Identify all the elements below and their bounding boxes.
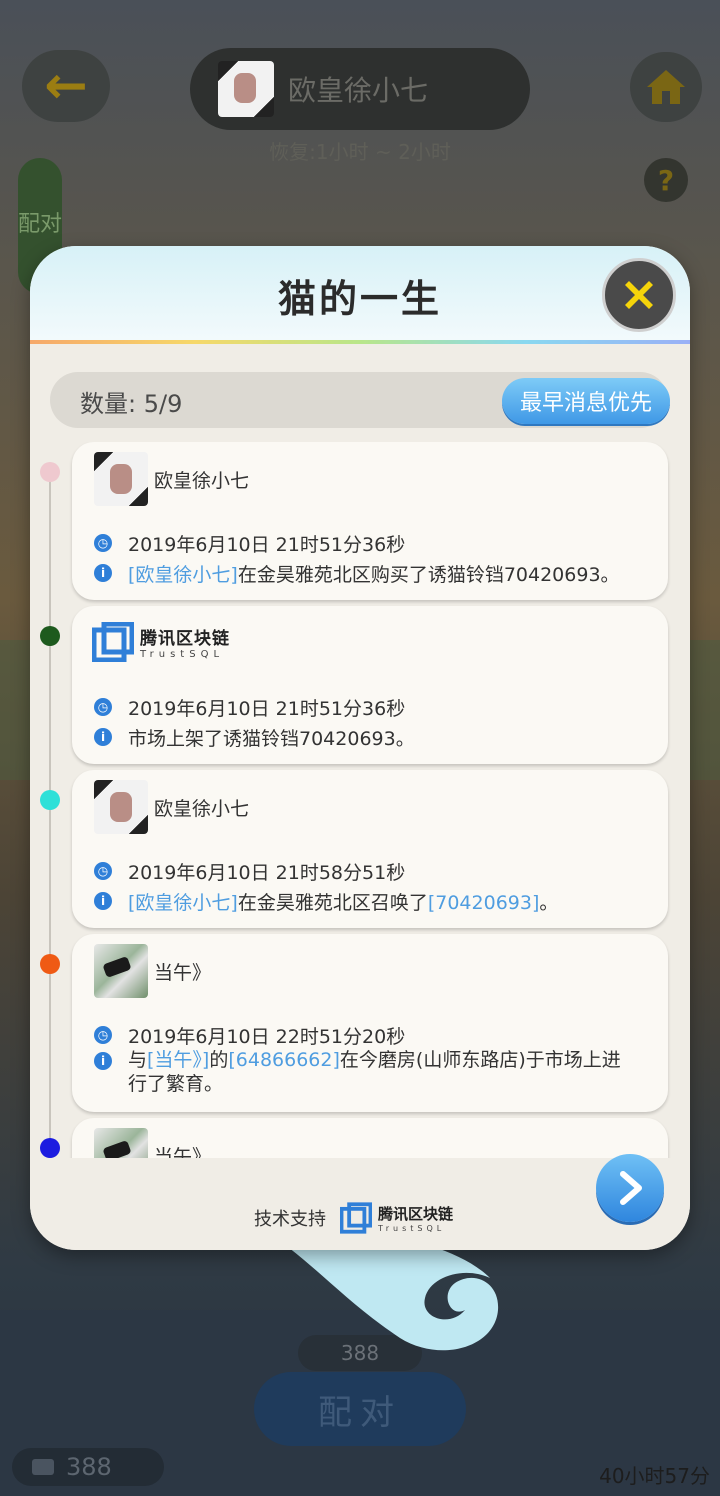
tech-support: 技术支持 腾讯区块链 TrustSQL [254, 1202, 453, 1234]
timeline-dot [40, 1138, 60, 1158]
sort-button-label: 最早消息优先 [519, 391, 652, 416]
actor-avatar [94, 452, 148, 506]
event-time-row: ◷ 2019年6月10日 21时51分36秒 [94, 530, 405, 557]
timeline-dot [40, 626, 60, 646]
actor-avatar [94, 1128, 148, 1158]
desc-text: 在金昊雅苑北区购买了诱猫铃铛70420693。 [237, 564, 620, 586]
clock-icon: ◷ [94, 1026, 112, 1044]
player-name: 欧皇徐小七 [288, 74, 429, 107]
event-desc-row: i 市场上架了诱猫铃铛70420693。 [94, 724, 415, 751]
coin-value: 388 [66, 1453, 112, 1481]
actor-name: 欧皇徐小七 [154, 798, 250, 820]
help-button[interactable]: ? [644, 158, 688, 202]
dialog-title: 猫的一生 [277, 277, 442, 321]
home-icon [647, 70, 685, 104]
desc-text: 。 [539, 892, 559, 914]
actor-link[interactable]: [欧皇徐小七] [128, 564, 238, 586]
event-desc-row: i [欧皇徐小七]在金昊雅苑北区购买了诱猫铃铛70420693。 [94, 560, 620, 587]
clock-icon: ◷ [94, 698, 112, 716]
event-desc: [欧皇徐小七]在金昊雅苑北区购买了诱猫铃铛70420693。 [128, 560, 620, 587]
desc-text: 与 [128, 1049, 148, 1071]
header-divider [30, 340, 690, 344]
desc-text: 行了繁育。 [128, 1073, 224, 1095]
next-page-button[interactable] [596, 1154, 664, 1222]
event-card: 当午》 [72, 1118, 668, 1158]
desc-text: 在金昊雅苑北区召唤了 [237, 892, 428, 914]
sort-earliest-button[interactable]: 最早消息优先 [502, 378, 670, 424]
pair-button-label: 配对 [318, 1392, 402, 1433]
event-card: 欧皇徐小七 ◷ 2019年6月10日 21时51分36秒 i [欧皇徐小七]在金… [72, 442, 668, 600]
event-desc-row: i [欧皇徐小七]在金昊雅苑北区召唤了[70420693]。 [94, 888, 558, 915]
trustsql-brand-en: TrustSQL [140, 649, 225, 660]
trustsql-brand-en: TrustSQL [378, 1224, 446, 1233]
event-desc: [欧皇徐小七]在金昊雅苑北区召唤了[70420693]。 [128, 888, 558, 915]
actor-link[interactable]: [欧皇徐小七] [128, 892, 238, 914]
clock-icon: ◷ [94, 862, 112, 880]
actor-name: 当午》 [154, 962, 212, 984]
event-time-row: ◷ 2019年6月10日 22时51分20秒 [94, 1022, 405, 1049]
player-name-pill: 欧皇徐小七 [190, 48, 530, 130]
info-icon: i [94, 1052, 112, 1070]
chevron-right-icon [620, 1171, 642, 1205]
coin-icon [32, 1459, 54, 1475]
event-time: 2019年6月10日 21时51分36秒 [128, 698, 406, 720]
actor-avatar [94, 780, 148, 834]
clock-icon: ◷ [94, 534, 112, 552]
player-avatar [218, 61, 274, 117]
event-time: 2019年6月10日 22时51分20秒 [128, 1026, 406, 1048]
back-arrow-icon: ← [44, 56, 88, 116]
actor-link[interactable]: [当午》] [147, 1049, 209, 1071]
side-tab-label: 配对 [18, 212, 63, 237]
close-button[interactable] [602, 258, 676, 332]
help-icon: ? [657, 163, 675, 197]
trustsql-logo: 腾讯区块链 TrustSQL [92, 622, 230, 662]
timeline-dot [40, 462, 60, 482]
cat-id-link[interactable]: [64866662] [228, 1049, 340, 1071]
count-bar: 数量: 5/9 最早消息优先 [50, 372, 670, 428]
actor-avatar [94, 944, 148, 998]
timeline-dot [40, 790, 60, 810]
event-card: 腾讯区块链 TrustSQL ◷ 2019年6月10日 21时51分36秒 i … [72, 606, 668, 764]
trustsql-logo-icon [92, 622, 134, 662]
event-time: 2019年6月10日 21时58分51秒 [128, 862, 406, 884]
desc-text: 的 [209, 1049, 229, 1071]
info-icon: i [94, 564, 112, 582]
event-time-row: ◷ 2019年6月10日 21时51分36秒 [94, 694, 405, 721]
event-card: 当午》 ◷ 2019年6月10日 22时51分20秒 i 与[当午》]的[648… [72, 934, 668, 1112]
recover-time-text: 恢复:1小时 ~ 2小时 [269, 140, 451, 164]
cat-life-dialog: 猫的一生 数量: 5/9 最早消息优先 欧皇徐小七 ◷ 2019年6月10日 2… [30, 246, 690, 1250]
trustsql-logo-icon [340, 1202, 372, 1234]
event-card: 欧皇徐小七 ◷ 2019年6月10日 21时58分51秒 i [欧皇徐小七]在金… [72, 770, 668, 928]
event-desc: 与[当午》]的[64866662]在今磨房(山师东路店)于市场上进行了繁育。 [128, 1048, 621, 1096]
event-time-row: ◷ 2019年6月10日 21时58分51秒 [94, 858, 405, 885]
home-button[interactable] [630, 52, 702, 122]
cat-id-link[interactable]: [70420693] [428, 892, 540, 914]
timeline-line [49, 472, 51, 1158]
event-desc: 市场上架了诱猫铃铛70420693。 [128, 728, 415, 750]
countdown-timer: 40小时57分 [599, 1464, 710, 1488]
trustsql-brand-cn: 腾讯区块链 [378, 1205, 454, 1223]
timeline-dot [40, 954, 60, 974]
actor-name: 欧皇徐小七 [154, 470, 250, 492]
info-icon: i [94, 728, 112, 746]
support-label: 技术支持 [254, 1209, 326, 1230]
pair-button[interactable]: 配对 [254, 1372, 466, 1446]
back-button[interactable]: ← [22, 50, 110, 122]
close-icon [625, 281, 653, 309]
event-list[interactable]: 欧皇徐小七 ◷ 2019年6月10日 21时51分36秒 i [欧皇徐小七]在金… [30, 442, 690, 1158]
trustsql-brand-cn: 腾讯区块链 [140, 629, 230, 649]
dialog-footer: 技术支持 腾讯区块链 TrustSQL [30, 1160, 690, 1250]
desc-text: 在今磨房(山师东路店)于市场上进 [339, 1049, 621, 1071]
info-icon: i [94, 892, 112, 910]
event-desc-row: i 与[当午》]的[64866662]在今磨房(山师东路店)于市场上进行了繁育。 [94, 1048, 621, 1096]
coin-balance: 388 [12, 1448, 164, 1486]
event-time: 2019年6月10日 21时51分36秒 [128, 534, 406, 556]
actor-name: 当午》 [154, 1146, 212, 1158]
event-count: 数量: 5/9 [80, 390, 183, 418]
